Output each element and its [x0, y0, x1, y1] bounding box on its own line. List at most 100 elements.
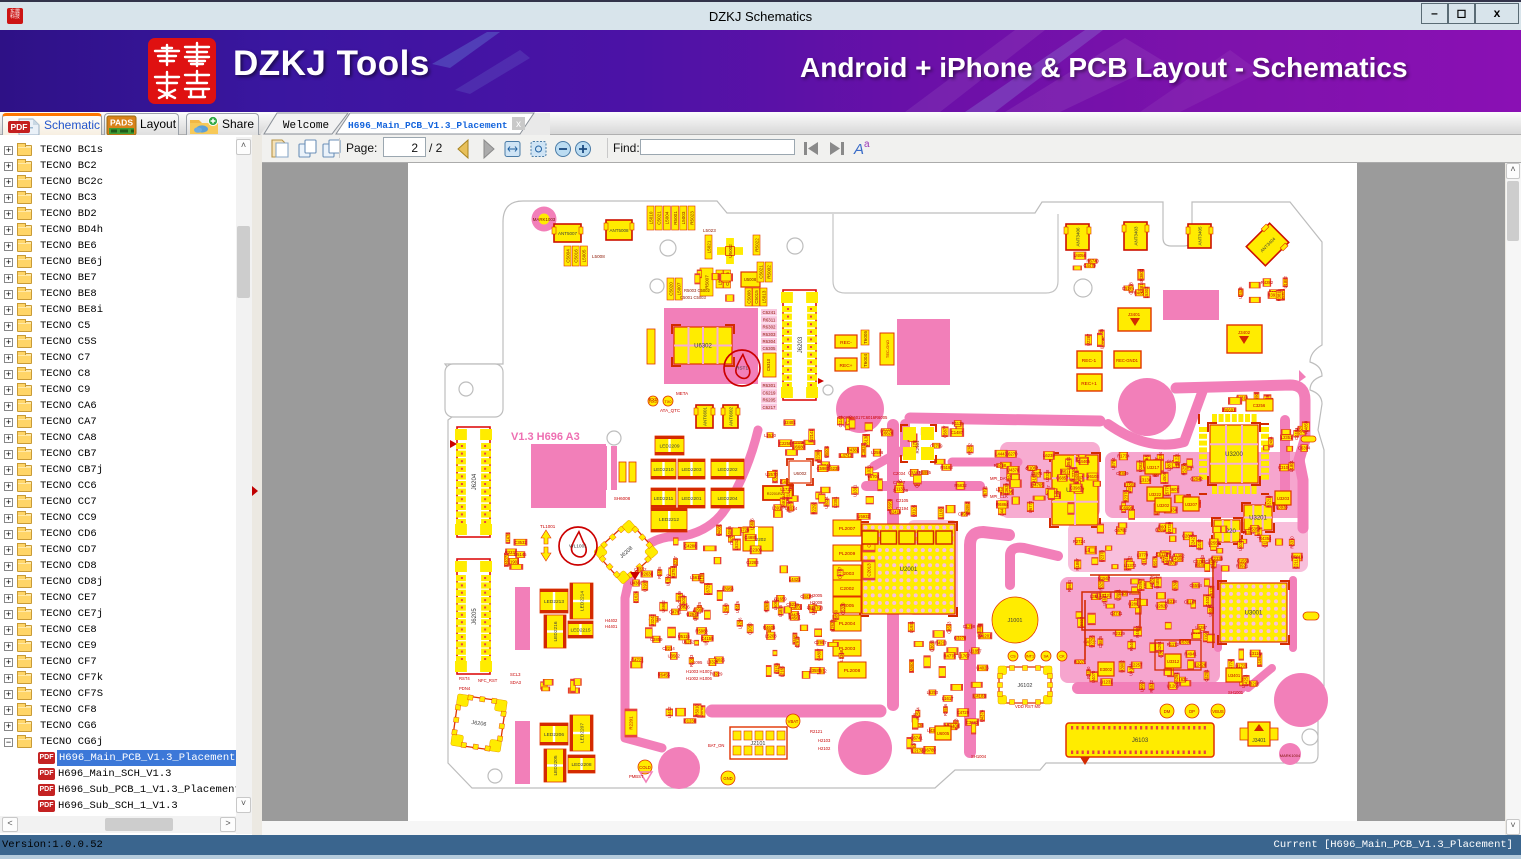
svg-text:L5010: L5010 — [648, 211, 653, 224]
svg-text:R6691: R6691 — [1223, 407, 1236, 412]
svg-text:R2694: R2694 — [764, 599, 769, 612]
svg-text:L4187: L4187 — [1032, 473, 1037, 485]
svg-text:C3256: C3256 — [1253, 403, 1266, 408]
svg-text:R1003: R1003 — [689, 654, 694, 667]
svg-text:LED2208: LED2208 — [571, 762, 591, 768]
svg-text:U1373: U1373 — [1124, 563, 1137, 568]
svg-text:U2937: U2937 — [642, 579, 647, 592]
svg-text:L5005: L5005 — [582, 249, 587, 262]
svg-text:REC+1: REC+1 — [1081, 381, 1097, 387]
svg-text:REC-GND1: REC-GND1 — [1116, 358, 1139, 363]
svg-text:U5514: U5514 — [785, 506, 798, 511]
svg-text:J6103: J6103 — [1132, 738, 1149, 744]
svg-text:R6995: R6995 — [919, 470, 932, 475]
svg-text:L5008: L5008 — [592, 254, 605, 259]
svg-text:U2558: U2558 — [1208, 540, 1221, 545]
svg-text:C3831: C3831 — [861, 443, 866, 456]
svg-text:C2214: C2214 — [662, 646, 675, 651]
svg-text:WL1001: WL1001 — [569, 544, 587, 550]
svg-text:J6205: J6205 — [472, 608, 478, 625]
svg-text:C1230: C1230 — [684, 719, 697, 724]
svg-text:U4857: U4857 — [1155, 576, 1160, 589]
svg-text:L3872: L3872 — [1167, 459, 1172, 471]
svg-text:U2435: U2435 — [1238, 286, 1243, 299]
svg-text:R5252: R5252 — [968, 442, 973, 455]
svg-text:C4465: C4465 — [1078, 459, 1091, 464]
svg-text:L5004: L5004 — [665, 211, 670, 224]
svg-text:L6393: L6393 — [1173, 579, 1178, 591]
svg-text:U2827: U2827 — [1138, 459, 1143, 472]
svg-text:RST1: RST1 — [736, 366, 749, 372]
svg-text:R1734: R1734 — [1117, 454, 1130, 459]
svg-text:R5001: R5001 — [673, 211, 678, 225]
svg-text:C5001 C5003: C5001 C5003 — [680, 295, 707, 300]
svg-text:U5116: U5116 — [678, 634, 691, 639]
svg-text:L5776: L5776 — [1165, 484, 1170, 496]
svg-text:L3911: L3911 — [772, 505, 784, 510]
svg-text:CS: CS — [1010, 655, 1016, 659]
svg-text:R5532: R5532 — [1149, 680, 1154, 693]
svg-text:C1298: C1298 — [963, 624, 976, 629]
svg-text:L4742: L4742 — [840, 453, 852, 458]
svg-text:U2141: U2141 — [809, 429, 814, 442]
svg-text:R1876: R1876 — [1150, 574, 1155, 587]
svg-text:C6219: C6219 — [763, 390, 776, 395]
svg-text:C1050: C1050 — [748, 622, 753, 635]
svg-text:R4354: R4354 — [1259, 536, 1272, 541]
svg-text:SH1004: SH1004 — [971, 754, 987, 759]
svg-text:L5302: L5302 — [1144, 286, 1149, 298]
svg-text:U6302: U6302 — [694, 344, 712, 350]
svg-text:LED2206: LED2206 — [544, 732, 564, 738]
svg-text:ANT5007: ANT5007 — [558, 231, 578, 236]
svg-text:T6004: T6004 — [863, 354, 868, 367]
svg-text:R5832: R5832 — [954, 483, 967, 488]
svg-text:U6789: U6789 — [923, 748, 936, 753]
svg-text:C2842: C2842 — [1190, 477, 1203, 482]
svg-text:TL1001: TL1001 — [540, 524, 556, 529]
svg-text:L6318: L6318 — [1165, 599, 1177, 604]
svg-text:ANT3406: ANT3406 — [1076, 227, 1081, 247]
svg-text:C5330: C5330 — [840, 602, 845, 615]
svg-text:J6102: J6102 — [1018, 683, 1033, 689]
svg-text:L2351: L2351 — [1281, 435, 1293, 440]
svg-text:C3825: C3825 — [1098, 635, 1103, 648]
svg-text:H2102: H2102 — [818, 746, 831, 751]
svg-text:R2637: R2637 — [830, 619, 835, 632]
svg-text:L2997: L2997 — [693, 608, 705, 613]
svg-text:U3001: U3001 — [1245, 611, 1263, 617]
svg-text:U2426: U2426 — [735, 600, 740, 613]
svg-text:H1002 H1006: H1002 H1006 — [686, 676, 713, 681]
svg-text:R6301: R6301 — [763, 383, 776, 388]
svg-text:ANT3405: ANT3405 — [1198, 226, 1203, 246]
svg-text:U1641: U1641 — [1102, 593, 1107, 606]
svg-text:R4561: R4561 — [788, 615, 801, 620]
svg-text:R4941: R4941 — [1184, 652, 1197, 657]
svg-text:J3402: J3402 — [1238, 330, 1251, 335]
svg-text:DM: DM — [1164, 709, 1171, 714]
svg-text:R2724: R2724 — [1073, 539, 1086, 544]
svg-text:U3312: U3312 — [1167, 659, 1180, 664]
svg-text:SA: SA — [1043, 655, 1049, 659]
svg-text:U5002: U5002 — [728, 244, 733, 258]
svg-text:U4056: U4056 — [1074, 253, 1087, 258]
svg-text:L1617: L1617 — [942, 696, 954, 701]
svg-text:L1767: L1767 — [958, 653, 970, 658]
svg-text:L2178: L2178 — [912, 748, 924, 753]
svg-text:NFC_RST: NFC_RST — [478, 678, 498, 683]
svg-text:U4002: U4002 — [1238, 538, 1243, 551]
svg-text:ANT6602: ANT6602 — [729, 406, 734, 426]
svg-text:U2001: U2001 — [900, 567, 918, 573]
svg-text:C5015: C5015 — [754, 290, 759, 304]
svg-text:U3202: U3202 — [1157, 503, 1170, 508]
svg-text:U6772: U6772 — [1028, 500, 1033, 513]
svg-text:U5145: U5145 — [514, 552, 527, 557]
svg-text:L3770: L3770 — [1137, 553, 1149, 558]
svg-text:R4776: R4776 — [944, 653, 957, 658]
svg-text:R3257: R3257 — [1099, 578, 1104, 591]
svg-text:A: A — [853, 141, 864, 158]
svg-text:U6252: U6252 — [682, 639, 695, 644]
svg-text:R4606: R4606 — [763, 625, 776, 630]
svg-text:C4159: C4159 — [701, 636, 714, 641]
svg-text:VDD RST M0: VDD RST M0 — [1015, 704, 1041, 709]
svg-text:SCL3: SCL3 — [510, 672, 521, 677]
